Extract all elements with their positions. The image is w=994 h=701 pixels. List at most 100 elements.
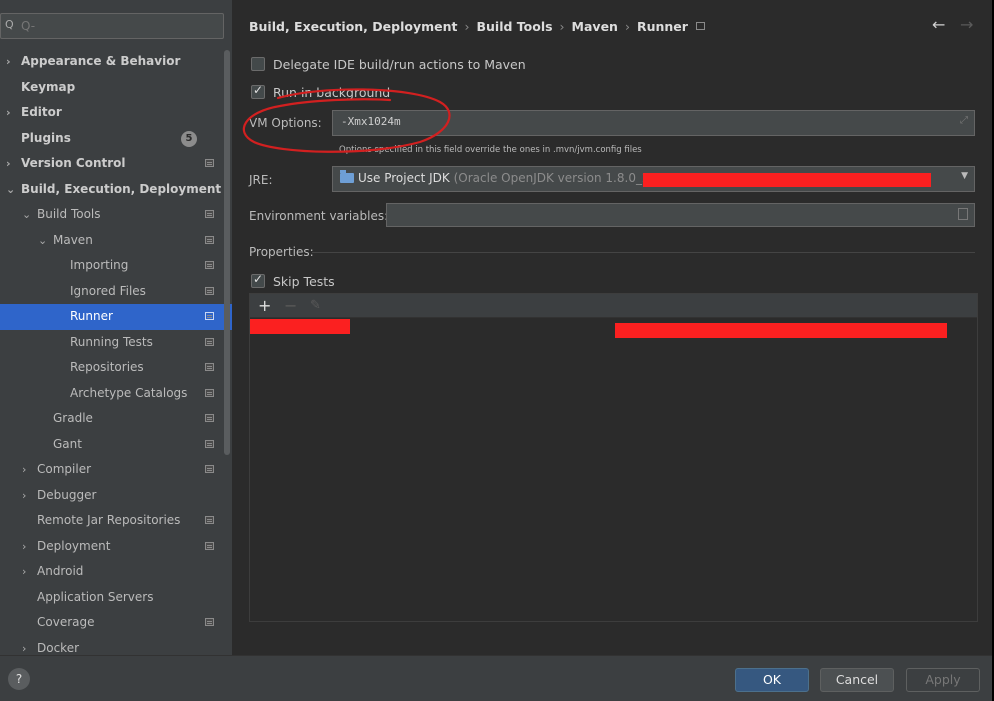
sidebar-item-label: Debugger (37, 487, 97, 502)
sidebar-item[interactable]: › Debugger (0, 483, 232, 509)
skip-tests-label[interactable]: Skip Tests (273, 274, 335, 289)
ok-button[interactable]: OK (735, 668, 809, 692)
project-level-icon (205, 516, 214, 524)
add-property-icon[interactable]: + (258, 296, 271, 315)
settings-search-box[interactable]: Q (0, 13, 224, 39)
back-arrow-icon[interactable]: ← (932, 15, 945, 34)
chevron-right-icon[interactable]: › (6, 49, 18, 75)
edit-property-icon[interactable]: ✎ (310, 298, 321, 313)
remove-property-icon[interactable]: − (284, 296, 297, 315)
sidebar-item[interactable]: Archetype Catalogs (0, 381, 232, 407)
breadcrumb-item[interactable]: Build, Execution, Deployment (249, 19, 457, 34)
jre-select[interactable]: Use Project JDK (Oracle OpenJDK version … (332, 166, 975, 192)
sidebar-item[interactable]: ⌄ Build, Execution, Deployment (0, 177, 232, 203)
jre-detail: (Oracle OpenJDK version 1.8.0_202 (453, 171, 665, 185)
sidebar-item[interactable]: Importing (0, 253, 232, 279)
forward-arrow-icon[interactable]: → (960, 15, 973, 34)
run-in-background-label[interactable]: Run in background (273, 85, 390, 100)
jdk-folder-icon (340, 170, 354, 183)
apply-button[interactable]: Apply (906, 668, 980, 692)
jre-selected-value: Use Project JDK (Oracle OpenJDK version … (358, 171, 665, 185)
chevron-down-icon[interactable]: ⌄ (22, 202, 34, 228)
chevron-right-icon[interactable]: › (22, 559, 34, 585)
run-in-background-checkbox[interactable] (251, 83, 265, 99)
skip-tests-checkbox[interactable] (251, 272, 265, 288)
project-level-icon (205, 159, 214, 167)
sidebar-item[interactable]: › Compiler (0, 457, 232, 483)
vm-options-value: -Xmx1024m (341, 115, 401, 128)
sidebar-item[interactable]: › Docker (0, 636, 232, 656)
sidebar-item[interactable]: Running Tests (0, 330, 232, 356)
cancel-button[interactable]: Cancel (820, 668, 894, 692)
sidebar-item-label: Application Servers (37, 589, 154, 604)
browse-icon[interactable] (958, 208, 968, 220)
breadcrumb-separator: › (464, 19, 470, 34)
property-value-redacted (615, 323, 947, 338)
settings-tree: › Appearance & Behavior Keymap › Editor Plugi… (0, 49, 232, 655)
sidebar-item[interactable]: Plugins 5 (0, 126, 232, 152)
sidebar-item[interactable]: › Appearance & Behavior (0, 49, 232, 75)
sidebar-scrollbar[interactable] (224, 50, 230, 455)
sidebar-item[interactable]: › Deployment (0, 534, 232, 560)
chevron-down-icon[interactable]: ⌄ (6, 177, 18, 203)
sidebar-item[interactable]: Coverage (0, 610, 232, 636)
sidebar-item[interactable]: ⌄ Maven (0, 228, 232, 254)
sidebar-item-label: Runner (70, 309, 113, 323)
delegate-checkbox[interactable] (251, 57, 265, 71)
search-icon: Q (5, 18, 14, 31)
sidebar-item[interactable]: Gradle (0, 406, 232, 432)
sidebar-item[interactable]: Gant (0, 432, 232, 458)
project-level-icon (205, 465, 214, 473)
jre-label: JRE: (249, 173, 273, 187)
chevron-right-icon[interactable]: › (6, 100, 18, 126)
property-key-redacted (250, 319, 350, 334)
settings-sidebar: Q ›Appearance & BehaviorKeymap›EditorPlu… (0, 0, 232, 655)
sidebar-item[interactable]: Repositories (0, 355, 232, 381)
sidebar-item-label: Plugins (21, 130, 71, 145)
chevron-right-icon[interactable]: › (22, 534, 34, 560)
sidebar-item-label: Running Tests (70, 334, 153, 349)
chevron-right-icon[interactable]: › (22, 636, 34, 656)
redaction-bar (643, 173, 931, 187)
sidebar-item-label: Ignored Files (70, 283, 146, 298)
chevron-down-icon[interactable]: ▼ (961, 171, 968, 181)
sidebar-item-label: Deployment (37, 538, 111, 553)
breadcrumb-item: Runner (636, 19, 688, 34)
sidebar-item[interactable]: Runner (0, 304, 232, 330)
dialog-footer: ? OK Cancel Apply (0, 655, 992, 701)
sidebar-item[interactable]: › Android (0, 559, 232, 585)
breadcrumb-item[interactable]: Build Tools (476, 19, 552, 34)
sidebar-item-label: Android (37, 564, 84, 578)
project-level-icon (205, 388, 214, 397)
sidebar-item-label: Gant (53, 436, 82, 451)
settings-search-input[interactable] (21, 16, 217, 36)
sidebar-item-label: Docker (37, 640, 80, 655)
sidebar-item-label: Appearance & Behavior (21, 54, 181, 68)
project-level-icon (205, 312, 214, 320)
chevron-right-icon[interactable]: › (22, 457, 34, 483)
breadcrumb-item[interactable]: Maven (572, 19, 618, 34)
breadcrumb-separator: › (559, 19, 565, 34)
environment-variables-label: Environment variables: (249, 209, 389, 223)
vm-options-field[interactable]: -Xmx1024m ⤢ (332, 110, 975, 136)
sidebar-item-label: Editor (21, 105, 62, 119)
project-level-icon (205, 541, 214, 550)
chevron-right-icon[interactable]: › (22, 483, 34, 509)
sidebar-item[interactable]: › Editor (0, 100, 232, 126)
sidebar-item[interactable]: ⌄ Build Tools (0, 202, 232, 228)
sidebar-item[interactable]: Application Servers (0, 585, 232, 611)
jre-value: Use Project JDK (358, 171, 450, 185)
sidebar-item[interactable]: Remote Jar Repositories (0, 508, 232, 534)
sidebar-item-label: Coverage (37, 615, 95, 629)
chevron-right-icon[interactable]: › (6, 151, 18, 177)
sidebar-item[interactable]: Keymap (0, 75, 232, 101)
properties-toolbar: + − ✎ (250, 294, 977, 318)
environment-variables-field[interactable] (386, 203, 975, 227)
expand-icon[interactable]: ⤢ (960, 115, 968, 126)
help-icon[interactable]: ? (8, 668, 30, 690)
properties-label: Properties: (249, 245, 314, 259)
sidebar-item[interactable]: Ignored Files (0, 279, 232, 305)
delegate-label[interactable]: Delegate IDE build/run actions to Maven (273, 57, 526, 72)
chevron-down-icon[interactable]: ⌄ (38, 228, 50, 254)
sidebar-item[interactable]: › Version Control (0, 151, 232, 177)
